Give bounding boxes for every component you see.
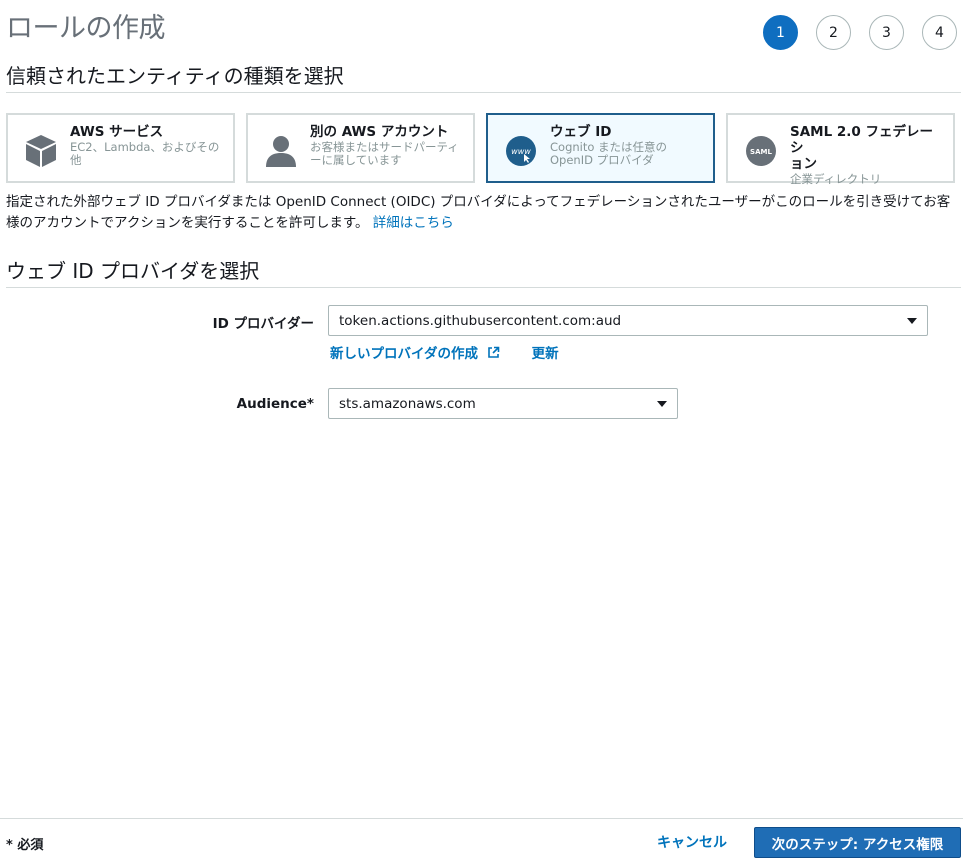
refresh-link[interactable]: 更新 (532, 342, 559, 362)
footer-divider (0, 818, 963, 819)
chevron-down-icon (657, 401, 667, 407)
step-1[interactable]: 1 (763, 15, 798, 50)
card-web-identity[interactable]: www ウェブ ID Cognito または任意の OpenID プロバイダ (486, 113, 715, 183)
card-title: ョン (790, 156, 817, 172)
person-icon (262, 132, 300, 170)
audience-label: Audience* (236, 396, 314, 412)
required-note: * 必須 (6, 838, 44, 853)
learn-more-link[interactable]: 詳細はこちら (373, 215, 454, 231)
card-desc: 他 (70, 153, 82, 167)
svg-text:www: www (511, 147, 531, 156)
cube-icon (22, 132, 60, 170)
card-desc: 企業ディレクトリ (790, 172, 882, 186)
id-provider-select[interactable]: token.actions.githubusercontent.com:aud (328, 305, 928, 336)
step-2[interactable]: 2 (816, 15, 851, 50)
card-desc: ーに属しています (310, 153, 402, 167)
saml-icon: SAML (742, 132, 780, 170)
card-desc: EC2、Lambda、およびその (70, 140, 220, 154)
card-desc: お客様またはサードパーティ (310, 140, 459, 154)
divider (6, 92, 961, 93)
step-4[interactable]: 4 (922, 15, 957, 50)
card-title: 別の AWS アカウント (310, 124, 449, 140)
www-icon: www (502, 132, 540, 170)
cancel-button[interactable]: キャンセル (657, 832, 727, 852)
trusted-entity-heading: 信頼されたエンティティの種類を選択 (6, 64, 344, 88)
create-provider-label: 新しいプロバイダの作成 (330, 346, 478, 362)
next-permissions-button[interactable]: 次のステップ: アクセス権限 (754, 827, 961, 858)
wizard-steps: 1 2 3 4 (763, 15, 957, 50)
web-identity-description: 指定された外部ウェブ ID プロバイダまたは OpenID Connect (O… (6, 192, 961, 234)
provider-section-heading: ウェブ ID プロバイダを選択 (6, 259, 260, 283)
audience-value: sts.amazonaws.com (339, 395, 476, 412)
id-provider-value: token.actions.githubusercontent.com:aud (339, 312, 622, 329)
card-aws-service[interactable]: AWS サービス EC2、Lambda、およびその 他 (6, 113, 235, 183)
page-title: ロールの作成 (6, 13, 166, 44)
divider (6, 287, 961, 288)
provider-links: 新しいプロバイダの作成 更新 (330, 342, 559, 362)
audience-select[interactable]: sts.amazonaws.com (328, 388, 678, 419)
card-desc: OpenID プロバイダ (550, 153, 654, 167)
external-link-icon (487, 346, 499, 358)
step-3[interactable]: 3 (869, 15, 904, 50)
card-title: ウェブ ID (550, 124, 612, 140)
chevron-down-icon (907, 318, 917, 324)
description-text: 指定された外部ウェブ ID プロバイダまたは OpenID Connect (O… (6, 194, 951, 231)
create-provider-link[interactable]: 新しいプロバイダの作成 (330, 342, 500, 362)
card-desc: Cognito または任意の (550, 140, 668, 154)
card-saml-federation[interactable]: SAML SAML 2.0 フェデレーシ ョン 企業ディレクトリ (726, 113, 955, 186)
card-title: AWS サービス (70, 124, 164, 140)
id-provider-label: ID プロバイダー (212, 316, 314, 332)
card-other-aws-account[interactable]: 別の AWS アカウント お客様またはサードパーティ ーに属しています (246, 113, 475, 183)
saml-icon-text: SAML (750, 148, 772, 156)
card-title: SAML 2.0 フェデレーシ (790, 124, 934, 156)
entity-type-cards: AWS サービス EC2、Lambda、およびその 他 別の AWS アカウント… (6, 113, 955, 186)
